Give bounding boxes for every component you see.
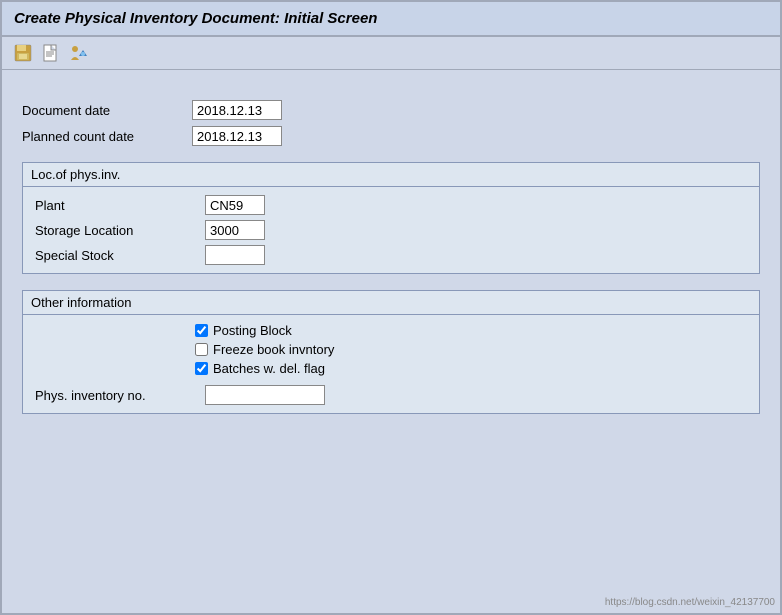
storage-location-label: Storage Location	[35, 223, 195, 238]
planned-count-date-label: Planned count date	[22, 129, 182, 144]
freeze-book-row: Freeze book invntory	[195, 342, 747, 357]
checkboxes-container: Posting Block Freeze book invntory Batch…	[195, 323, 747, 376]
freeze-book-label: Freeze book invntory	[213, 342, 334, 357]
date-section: Document date Planned count date	[22, 100, 760, 146]
storage-location-input[interactable]	[205, 220, 265, 240]
batches-del-checkbox[interactable]	[195, 362, 208, 375]
planned-count-date-input[interactable]	[192, 126, 282, 146]
new-document-icon[interactable]	[40, 42, 62, 64]
plant-input[interactable]	[205, 195, 265, 215]
title-bar: Create Physical Inventory Document: Init…	[2, 2, 780, 37]
document-date-label: Document date	[22, 103, 182, 118]
loc-group-content: Plant Storage Location Special Stock	[23, 187, 759, 273]
special-stock-label: Special Stock	[35, 248, 195, 263]
phys-inv-no-label: Phys. inventory no.	[35, 388, 195, 403]
document-date-row: Document date	[22, 100, 760, 120]
toolbar	[2, 37, 780, 70]
posting-block-label: Posting Block	[213, 323, 292, 338]
loc-group-box: Loc.of phys.inv. Plant Storage Location …	[22, 162, 760, 274]
storage-location-row: Storage Location	[35, 220, 747, 240]
watermark: https://blog.csdn.net/weixin_42137700	[605, 597, 775, 608]
special-stock-row: Special Stock	[35, 245, 747, 265]
loc-group-header: Loc.of phys.inv.	[23, 163, 759, 187]
plant-row: Plant	[35, 195, 747, 215]
content-area: Document date Planned count date Loc.of …	[2, 70, 780, 613]
batches-del-label: Batches w. del. flag	[213, 361, 325, 376]
plant-label: Plant	[35, 198, 195, 213]
page-title: Create Physical Inventory Document: Init…	[14, 10, 768, 27]
phys-inv-row: Phys. inventory no.	[35, 385, 747, 405]
planned-count-date-row: Planned count date	[22, 126, 760, 146]
document-date-input[interactable]	[192, 100, 282, 120]
save-icon[interactable]	[12, 42, 34, 64]
posting-block-row: Posting Block	[195, 323, 747, 338]
main-container: Create Physical Inventory Document: Init…	[0, 0, 782, 615]
other-info-header: Other information	[23, 291, 759, 315]
phys-inv-no-input[interactable]	[205, 385, 325, 405]
batches-del-row: Batches w. del. flag	[195, 361, 747, 376]
freeze-book-checkbox[interactable]	[195, 343, 208, 356]
special-stock-input[interactable]	[205, 245, 265, 265]
other-info-content: Posting Block Freeze book invntory Batch…	[23, 315, 759, 413]
posting-block-checkbox[interactable]	[195, 324, 208, 337]
other-info-group-box: Other information Posting Block Freeze b…	[22, 290, 760, 414]
customize-icon[interactable]	[68, 42, 90, 64]
